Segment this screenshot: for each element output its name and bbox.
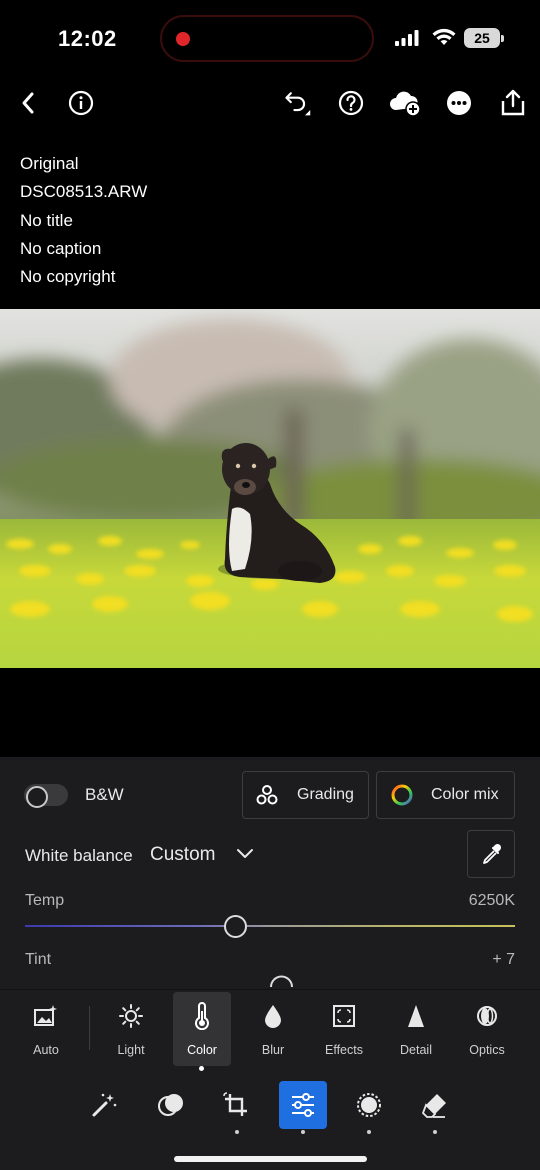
tab-label: Light (117, 1043, 145, 1057)
info-version: Original (20, 154, 79, 173)
battery-indicator: 25 (464, 28, 504, 48)
masking-icon (357, 1093, 381, 1117)
heal-indicator-dot (433, 1130, 437, 1134)
color-wheel-icon (391, 784, 413, 806)
info-filename: DSC08513.ARW (20, 182, 148, 202)
tab-label: Blur (261, 1043, 285, 1057)
eyedropper-button[interactable] (467, 830, 515, 878)
share-icon[interactable] (498, 88, 528, 118)
tab-label: Detail (400, 1043, 432, 1057)
masking-button[interactable] (345, 1081, 393, 1129)
photo-info: Original DSC08513.ARW No title No captio… (20, 150, 147, 291)
sun-icon (119, 1004, 143, 1028)
status-time: 12:02 (58, 26, 117, 51)
crop-button[interactable] (212, 1081, 260, 1129)
tab-label: Auto (33, 1043, 59, 1057)
grading-icon (256, 785, 278, 805)
more-icon[interactable] (444, 88, 474, 118)
eyedropper-icon (483, 843, 502, 864)
info-title: No title (20, 210, 73, 230)
tab-label: Optics (469, 1043, 505, 1057)
dynamic-island (160, 15, 374, 62)
auto-wand-photo-icon (34, 1005, 57, 1026)
temp-label: Temp (25, 892, 65, 909)
tab-light[interactable]: Light (102, 992, 160, 1066)
bw-toggle[interactable] (24, 784, 68, 808)
masking-indicator-dot (367, 1130, 371, 1134)
thermometer-icon (195, 1002, 209, 1030)
help-icon[interactable] (336, 88, 366, 118)
cellular-signal-icon (395, 30, 419, 46)
tint-value: + 7 (492, 951, 515, 968)
presets-icon (158, 1094, 183, 1116)
tab-color[interactable]: Color (173, 992, 231, 1066)
white-balance-label: White balance (25, 846, 133, 865)
white-balance-select[interactable]: Custom (150, 844, 215, 866)
tab-detail[interactable]: Detail (387, 992, 445, 1066)
effects-square-icon (333, 1005, 355, 1027)
tab-divider (89, 1006, 90, 1050)
crop-indicator-dot (235, 1130, 239, 1134)
tint-label: Tint (25, 951, 52, 968)
back-chevron-icon[interactable] (13, 88, 43, 118)
edit-indicator-dot (301, 1130, 305, 1134)
info-icon[interactable] (66, 88, 96, 118)
chevron-down-icon[interactable] (236, 847, 254, 861)
edit-sliders-icon (292, 1093, 314, 1117)
tab-effects[interactable]: Effects (315, 992, 373, 1066)
lens-icon (477, 1006, 497, 1026)
crop-icon (223, 1092, 247, 1116)
edit-tool-tabs: Auto Light Color Blur Effects Detail Opt… (0, 989, 540, 1071)
info-caption: No caption (20, 238, 102, 258)
magic-wand-icon (92, 1093, 117, 1117)
bw-label: B&W (85, 785, 124, 804)
photo-canvas[interactable] (0, 309, 540, 668)
undo-icon[interactable] (282, 88, 312, 118)
tint-slider-thumb[interactable] (269, 974, 294, 989)
tab-blur[interactable]: Blur (244, 992, 302, 1066)
color-panel: B&W Grading Color mix White balance Cust… (0, 757, 540, 989)
dog-photo (0, 309, 540, 668)
heal-button[interactable] (411, 1081, 459, 1129)
tab-auto[interactable]: Auto (17, 992, 75, 1066)
cloud-add-icon[interactable] (388, 88, 422, 118)
wifi-icon (432, 28, 456, 45)
top-toolbar (0, 80, 540, 126)
home-indicator[interactable] (174, 1156, 367, 1162)
temp-value: 6250K (468, 892, 515, 909)
grading-button[interactable]: Grading (242, 771, 369, 819)
tab-optics[interactable]: Optics (458, 992, 516, 1066)
recording-indicator-icon (176, 32, 190, 46)
drop-icon (265, 1005, 281, 1028)
temp-slider-track[interactable] (25, 925, 515, 927)
tab-label: Effects (325, 1043, 363, 1057)
temp-slider-thumb[interactable] (224, 915, 248, 938)
triangle-icon (408, 1005, 424, 1027)
edit-button[interactable] (279, 1081, 327, 1129)
magic-wand-button[interactable] (80, 1081, 128, 1129)
bottom-toolbar (0, 1071, 540, 1170)
status-bar: 12:02 25 (0, 0, 540, 78)
heal-eraser-icon (421, 1094, 446, 1118)
color-mix-label: Color mix (431, 786, 499, 803)
grading-label: Grading (297, 786, 354, 803)
presets-button[interactable] (147, 1081, 195, 1129)
info-copyright: No copyright (20, 267, 116, 287)
color-mix-button[interactable]: Color mix (376, 771, 515, 819)
tab-label: Color (187, 1043, 217, 1057)
